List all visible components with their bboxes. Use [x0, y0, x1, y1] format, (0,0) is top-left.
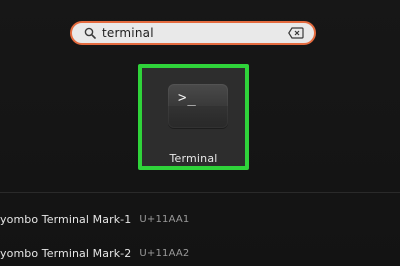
result-code: U+11AA1: [139, 213, 190, 225]
backspace-clear-icon[interactable]: [288, 27, 304, 39]
result-code: U+11AA2: [139, 247, 190, 259]
terminal-icon-shine: [168, 106, 228, 128]
search-input[interactable]: terminal: [102, 26, 282, 40]
app-search-screen: terminal >_ Terminal yombo Terminal Mark…: [0, 0, 400, 266]
terminal-app-tile[interactable]: >_ Terminal: [138, 64, 249, 170]
divider: [0, 192, 400, 193]
search-bar[interactable]: terminal: [70, 21, 316, 45]
result-item[interactable]: yombo Terminal Mark-1 U+11AA1: [0, 206, 400, 232]
result-name: yombo Terminal Mark-1: [0, 212, 132, 226]
result-item[interactable]: yombo Terminal Mark-2 U+11AA2: [0, 240, 400, 266]
terminal-app-icon: >_: [168, 84, 228, 128]
terminal-app-label: Terminal: [169, 152, 218, 165]
results-list: yombo Terminal Mark-1 U+11AA1 yombo Term…: [0, 206, 400, 266]
result-name: yombo Terminal Mark-2: [0, 246, 132, 260]
search-icon: [84, 27, 96, 39]
terminal-prompt-glyph: >_: [178, 90, 197, 106]
